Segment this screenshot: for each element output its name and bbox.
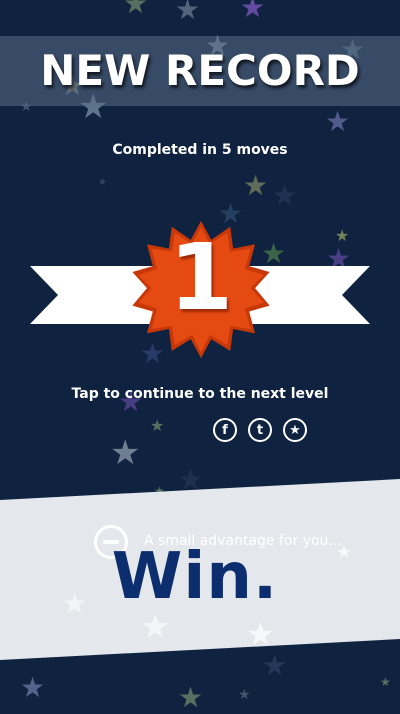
star-icon: ★ [380, 675, 391, 689]
page-title: NEW RECORD [40, 46, 360, 95]
star-icon: ★ [238, 687, 251, 703]
star-icon: ★ [272, 179, 298, 212]
star-icon: ★ [243, 169, 269, 202]
win-label[interactable]: Win. [0, 540, 390, 614]
star-icon: ★ [325, 105, 351, 138]
star-icon: ★ [110, 433, 141, 473]
star-icon: ★ [175, 0, 201, 26]
star-icon: ★ [150, 416, 165, 435]
moves-subtitle: Completed in 5 moves [112, 142, 288, 158]
facebook-icon[interactable]: f [213, 418, 237, 442]
star-icon: ★ [262, 649, 288, 682]
continue-prompt[interactable]: Tap to continue to the next level [0, 386, 400, 402]
star-icon: ★ [123, 0, 149, 20]
twitter-icon[interactable]: t [248, 418, 272, 442]
star-icon: ★ [335, 226, 350, 245]
star-icon: ★ [98, 177, 107, 188]
star-icon: ★ [240, 0, 266, 24]
rate-star-icon[interactable]: ★ [283, 418, 307, 442]
star-icon: ★ [178, 681, 204, 714]
star-icon: ★ [20, 671, 46, 704]
rank-number: 1 [168, 224, 233, 331]
